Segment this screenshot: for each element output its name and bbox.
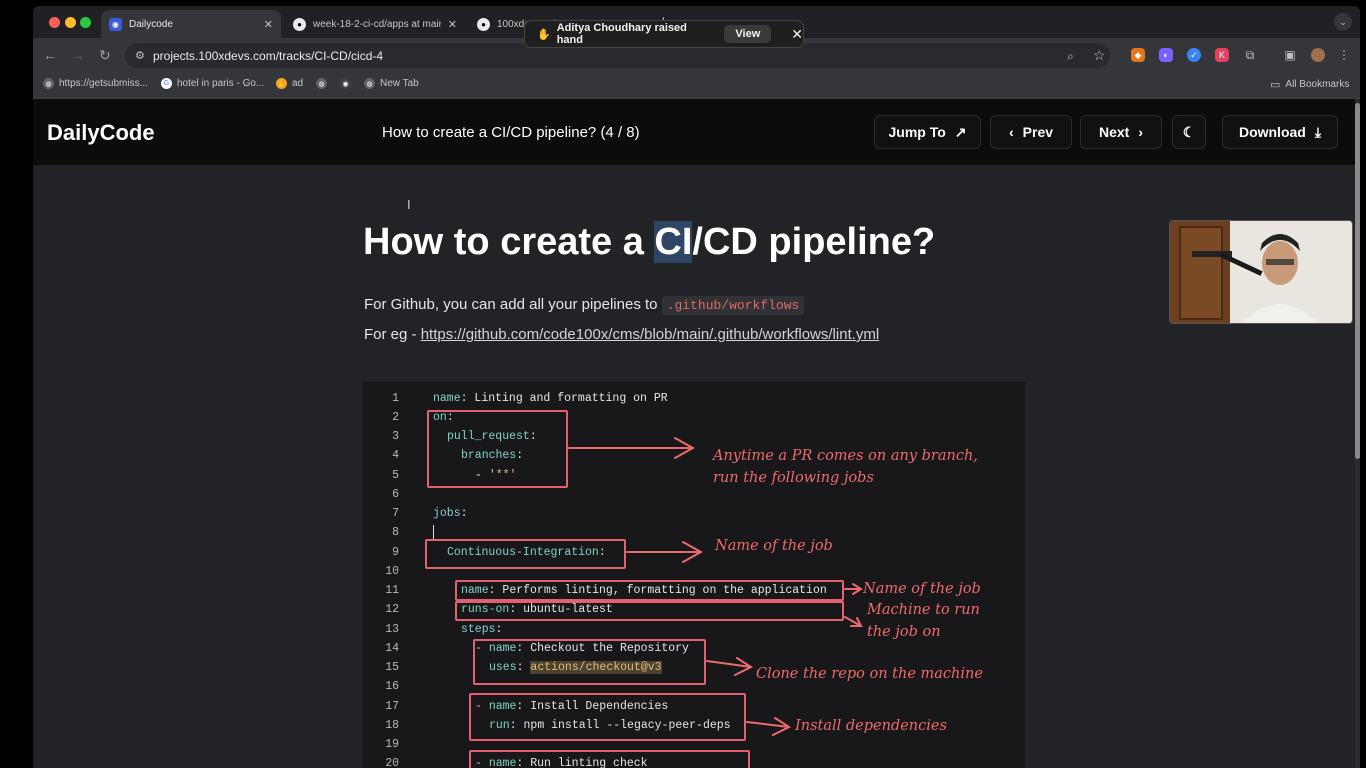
code-example-image: 1 2 3 4 5 6 7 8 9 10 11 12 13 14 15 16 1… — [363, 382, 1025, 768]
page-title: How to create a CI/CD pipeline? — [363, 221, 935, 264]
hand-icon: ✋ — [276, 78, 287, 89]
globe-icon: ◍ — [43, 78, 54, 89]
web-page: DailyCode How to create a CI/CD pipeline… — [33, 99, 1355, 768]
annotation-note: Clone the repo on the machine — [756, 666, 983, 682]
intro-text: For Github, you can add all your pipelin… — [364, 296, 658, 313]
forward-arrow-icon[interactable]: → — [71, 47, 85, 63]
webcam-video — [1169, 220, 1353, 324]
extension-icon[interactable]: ◐ — [1159, 48, 1173, 62]
bookmark-item[interactable]: ◍ — [316, 78, 327, 89]
zoom-icon[interactable]: ⌕ — [1067, 48, 1074, 64]
theme-toggle-button[interactable]: ☾ — [1172, 115, 1206, 149]
arrow-up-right-icon: ↗ — [954, 123, 967, 140]
lesson-title: How to create a CI/CD pipeline? (4 / 8) — [382, 124, 640, 141]
folder-icon: ▭ — [1270, 79, 1281, 91]
notification-text: Aditya Choudhary raised hand — [556, 22, 687, 46]
view-button[interactable]: View — [724, 25, 772, 43]
bookmark-item[interactable]: ◍ https://getsubmiss... — [43, 78, 148, 89]
annotation-arrows — [568, 437, 863, 736]
site-settings-icon[interactable]: ⚙ — [135, 49, 145, 62]
page-scrollbar[interactable] — [1355, 99, 1360, 768]
chevron-left-icon: ‹ — [1008, 124, 1014, 140]
bookmark-star-icon[interactable]: ☆ — [1093, 47, 1106, 63]
download-label: Download — [1238, 124, 1306, 140]
annotation-note: Machine to run — [867, 602, 980, 618]
maximize-window-button[interactable] — [80, 17, 91, 28]
menu-kebab-icon[interactable]: ⋮ — [1337, 48, 1351, 62]
logo[interactable]: DailyCode — [47, 120, 155, 146]
bookmark-label: ad — [292, 78, 304, 89]
download-icon: ⤓ — [1314, 123, 1322, 140]
tab-title: week-18-2-ci-cd/apps at main — [313, 18, 441, 30]
url-text: projects.100xdevs.com/tracks/CI-CD/cicd-… — [153, 48, 384, 63]
bookmarks-bar: ◍ https://getsubmiss... Ghotel in paris -… — [33, 72, 1360, 99]
annotation-note: Name of the job — [863, 581, 981, 597]
annotation-note: Name of the job — [715, 538, 833, 554]
tab-week-18-apps[interactable]: ● week-18-2-ci-cd/apps at main ✕ — [285, 10, 465, 38]
next-button[interactable]: Next › — [1080, 115, 1162, 149]
tab-title: Dailycode — [129, 18, 173, 30]
example-link[interactable]: https://github.com/code100x/cms/blob/mai… — [421, 326, 880, 343]
minimize-window-button[interactable] — [65, 17, 76, 28]
text-cursor-icon: I — [407, 197, 411, 212]
google-icon: G — [161, 78, 172, 89]
profile-avatar[interactable] — [1311, 48, 1325, 62]
close-tab-icon[interactable]: ✕ — [264, 18, 273, 31]
title-part: /CD pipeline? — [692, 221, 936, 263]
reload-icon[interactable]: ↻ — [99, 47, 111, 63]
next-label: Next — [1098, 124, 1130, 140]
globe-icon: ◍ — [316, 78, 327, 89]
inline-code: .github/workflows — [661, 296, 805, 315]
close-window-button[interactable] — [49, 17, 60, 28]
scrollbar-thumb[interactable] — [1355, 103, 1360, 459]
github-icon: ● — [477, 17, 490, 31]
all-bookmarks-label: All Bookmarks — [1285, 79, 1350, 90]
annotation-note: Anytime a PR comes on any branch, — [713, 448, 978, 464]
title-part: How to create a — [363, 221, 655, 263]
chevron-right-icon: › — [1138, 124, 1144, 140]
raised-hand-notification: ✋ Aditya Choudhary raised hand View ✕ — [524, 20, 804, 48]
example-paragraph: For eg - https://github.com/code100x/cms… — [364, 326, 879, 343]
intro-paragraph: For Github, you can add all your pipelin… — [364, 296, 805, 315]
bookmark-label: New Tab — [380, 78, 419, 89]
bookmark-label: https://getsubmiss... — [59, 78, 148, 89]
bookmark-item[interactable]: ✋ ad — [276, 78, 303, 89]
presenter-video-frame — [1170, 221, 1352, 323]
jump-to-label: Jump To — [888, 124, 946, 140]
close-tab-icon[interactable]: ✕ — [448, 18, 457, 31]
bookmark-item[interactable]: Ghotel in paris - Go... — [161, 78, 264, 89]
download-button[interactable]: Download ⤓ — [1222, 115, 1338, 149]
prev-label: Prev — [1022, 124, 1054, 140]
github-icon: ● — [293, 17, 306, 31]
bookmark-label: hotel in paris - Go... — [177, 78, 265, 89]
extensions-puzzle-icon[interactable]: ⧉ — [1243, 48, 1257, 62]
prev-button[interactable]: ‹ Prev — [990, 115, 1072, 149]
annotation-note: Install dependencies — [795, 718, 947, 734]
back-arrow-icon[interactable]: ← — [43, 47, 57, 63]
browser-window: ◉ Dailycode ✕ ● week-18-2-ci-cd/apps at … — [33, 6, 1360, 768]
side-panel-icon[interactable]: ▣ — [1283, 48, 1297, 62]
globe-icon: ◍ — [364, 78, 375, 89]
all-bookmarks[interactable]: ▭ All Bookmarks — [1270, 78, 1349, 91]
bookmark-item[interactable]: ◉ — [340, 78, 351, 89]
annotation-note: the job on — [867, 624, 941, 640]
extension-icon[interactable]: K — [1215, 48, 1229, 62]
annotation-note: run the following jobs — [713, 470, 874, 486]
close-notification-icon[interactable]: ✕ — [791, 26, 803, 43]
jump-to-button[interactable]: Jump To ↗ — [874, 115, 981, 149]
raised-hand-icon: ✋ — [537, 28, 551, 41]
app-header: DailyCode How to create a CI/CD pipeline… — [33, 99, 1355, 165]
title-selection: CI — [654, 221, 693, 263]
moon-icon: ☾ — [1182, 123, 1196, 140]
extension-icon[interactable]: ✓ — [1187, 48, 1201, 62]
tab-search-chevron-down-icon[interactable]: ⌄ — [1334, 13, 1352, 31]
example-prefix: For eg - — [364, 326, 417, 343]
dailycode-favicon-icon: ◉ — [109, 17, 122, 31]
tab-dailycode[interactable]: ◉ Dailycode ✕ — [101, 10, 281, 38]
site-icon: ◉ — [340, 78, 351, 89]
bookmark-item[interactable]: ◍ New Tab — [364, 78, 419, 89]
metamask-extension-icon[interactable]: ◆ — [1131, 48, 1145, 62]
